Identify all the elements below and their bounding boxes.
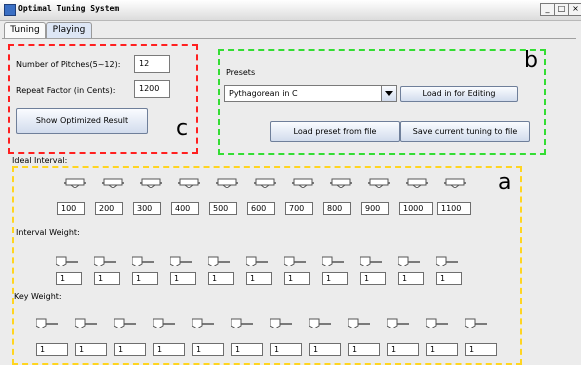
close-button[interactable]: ×: [568, 3, 581, 16]
load-preset-button[interactable]: Load preset from file: [270, 121, 400, 142]
interval-weight-slider[interactable]: [170, 256, 192, 266]
ideal-interval-field[interactable]: 700: [285, 202, 313, 215]
key-weight-field[interactable]: 1: [465, 343, 497, 356]
key-weight-field[interactable]: 1: [231, 343, 263, 356]
interval-weight-slider[interactable]: [94, 256, 116, 266]
ideal-interval-field[interactable]: 1100: [437, 202, 471, 215]
interval-weight-field[interactable]: 1: [56, 272, 82, 285]
chevron-down-icon[interactable]: [381, 86, 396, 101]
key-weight-slider[interactable]: [387, 318, 409, 328]
interval-weight-slider[interactable]: [246, 256, 268, 266]
interval-weight-slider[interactable]: [56, 256, 78, 266]
presets-label: Presets: [226, 68, 256, 77]
interval-weight-slider[interactable]: [132, 256, 154, 266]
interval-weight-field[interactable]: 1: [246, 272, 272, 285]
presets-select-value: Pythagorean in C: [229, 89, 298, 98]
key-weight-field[interactable]: 1: [75, 343, 107, 356]
interval-weight-field[interactable]: 1: [398, 272, 424, 285]
pitches-field[interactable]: 12: [134, 55, 170, 73]
interval-weight-field[interactable]: 1: [208, 272, 234, 285]
interval-weight-field[interactable]: 1: [284, 272, 310, 285]
key-weight-field[interactable]: 1: [114, 343, 146, 356]
presets-select[interactable]: Pythagorean in C: [224, 85, 397, 102]
tab-playing[interactable]: Playing: [46, 22, 92, 39]
ideal-interval-field[interactable]: 600: [247, 202, 275, 215]
interval-weight-field[interactable]: 1: [322, 272, 348, 285]
interval-weight-slider[interactable]: [436, 256, 458, 266]
repeat-label: Repeat Factor (in Cents):: [16, 86, 116, 95]
key-weight-slider[interactable]: [75, 318, 97, 328]
region-a-marker: a: [498, 170, 512, 195]
key-weight-field[interactable]: 1: [348, 343, 380, 356]
ideal-interval-slider[interactable]: [102, 178, 124, 188]
maximize-button[interactable]: □: [554, 3, 569, 16]
key-weight-slider[interactable]: [231, 318, 253, 328]
ideal-interval-slider[interactable]: [254, 178, 276, 188]
key-weight-field[interactable]: 1: [36, 343, 68, 356]
interval-weight-slider[interactable]: [208, 256, 230, 266]
key-weight-slider[interactable]: [465, 318, 487, 328]
key-weight-slider[interactable]: [309, 318, 331, 328]
ideal-interval-slider[interactable]: [444, 178, 466, 188]
ideal-interval-field[interactable]: 100: [57, 202, 85, 215]
pitches-label: Number of Pitches(5~12):: [16, 60, 121, 69]
interval-weight-field[interactable]: 1: [360, 272, 386, 285]
key-weight-field[interactable]: 1: [387, 343, 419, 356]
interval-weight-field[interactable]: 1: [436, 272, 462, 285]
key-weight-slider[interactable]: [192, 318, 214, 328]
region-c-marker: c: [176, 116, 189, 141]
region-b-marker: b: [524, 48, 538, 73]
interval-weight-label: Interval Weight:: [16, 228, 80, 237]
ideal-interval-slider[interactable]: [64, 178, 86, 188]
load-editing-button[interactable]: Load in for Editing: [400, 86, 518, 102]
ideal-interval-field[interactable]: 1000: [399, 202, 433, 215]
key-weight-slider[interactable]: [426, 318, 448, 328]
ideal-interval-slider[interactable]: [178, 178, 200, 188]
ideal-interval-slider[interactable]: [216, 178, 238, 188]
ideal-interval-slider[interactable]: [292, 178, 314, 188]
ideal-interval-field[interactable]: 300: [133, 202, 161, 215]
key-weight-field[interactable]: 1: [153, 343, 185, 356]
ideal-interval-field[interactable]: 200: [95, 202, 123, 215]
interval-weight-slider[interactable]: [398, 256, 420, 266]
window-title: Optimal Tuning System: [18, 4, 120, 13]
interval-weight-slider[interactable]: [360, 256, 382, 266]
ideal-interval-slider[interactable]: [406, 178, 428, 188]
show-optimized-button[interactable]: Show Optimized Result: [16, 108, 148, 134]
key-weight-slider[interactable]: [348, 318, 370, 328]
interval-weight-slider[interactable]: [284, 256, 306, 266]
key-weight-slider[interactable]: [153, 318, 175, 328]
key-weight-slider[interactable]: [36, 318, 58, 328]
key-weight-field[interactable]: 1: [309, 343, 341, 356]
ideal-interval-field[interactable]: 900: [361, 202, 389, 215]
title-bar: Optimal Tuning System _ □ ×: [0, 0, 581, 21]
repeat-field[interactable]: 1200: [134, 80, 170, 98]
key-weight-slider[interactable]: [114, 318, 136, 328]
interval-weight-field[interactable]: 1: [170, 272, 196, 285]
interval-weight-field[interactable]: 1: [132, 272, 158, 285]
app-icon: [4, 4, 16, 16]
key-weight-field[interactable]: 1: [192, 343, 224, 356]
save-tuning-button[interactable]: Save current tuning to file: [400, 121, 530, 142]
ideal-interval-field[interactable]: 500: [209, 202, 237, 215]
interval-weight-field[interactable]: 1: [94, 272, 120, 285]
key-weight-field[interactable]: 1: [426, 343, 458, 356]
key-weight-field[interactable]: 1: [270, 343, 302, 356]
minimize-button[interactable]: _: [540, 3, 555, 16]
ideal-interval-slider[interactable]: [140, 178, 162, 188]
ideal-interval-field[interactable]: 400: [171, 202, 199, 215]
tab-tuning[interactable]: Tuning: [4, 22, 46, 39]
ideal-interval-field[interactable]: 800: [323, 202, 351, 215]
ideal-interval-slider[interactable]: [330, 178, 352, 188]
key-weight-label: Key Weight:: [14, 292, 62, 301]
key-weight-slider[interactable]: [270, 318, 292, 328]
ideal-interval-label: Ideal Interval:: [12, 156, 68, 165]
interval-weight-slider[interactable]: [322, 256, 344, 266]
ideal-interval-slider[interactable]: [368, 178, 390, 188]
